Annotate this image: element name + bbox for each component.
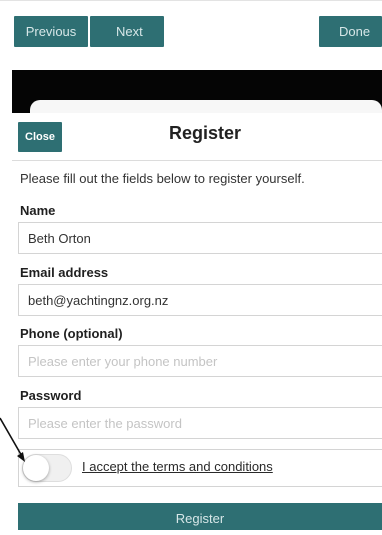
- email-field[interactable]: [18, 284, 382, 316]
- keyboard-toolbar: Previous Next Done: [0, 0, 382, 53]
- register-button[interactable]: Register: [18, 503, 382, 530]
- terms-link[interactable]: I accept the terms and conditions: [82, 459, 273, 474]
- arrow-icon: [0, 417, 25, 462]
- modal-top-edge: [30, 100, 382, 114]
- header-divider: [12, 160, 382, 161]
- name-field[interactable]: [18, 222, 382, 254]
- next-button[interactable]: Next: [90, 16, 164, 47]
- modal-title: Register: [168, 123, 242, 143]
- password-field[interactable]: [18, 407, 382, 439]
- intro-text: Please fill out the fields below to regi…: [20, 171, 305, 186]
- done-button[interactable]: Done: [319, 16, 382, 47]
- phone-field[interactable]: [18, 345, 382, 377]
